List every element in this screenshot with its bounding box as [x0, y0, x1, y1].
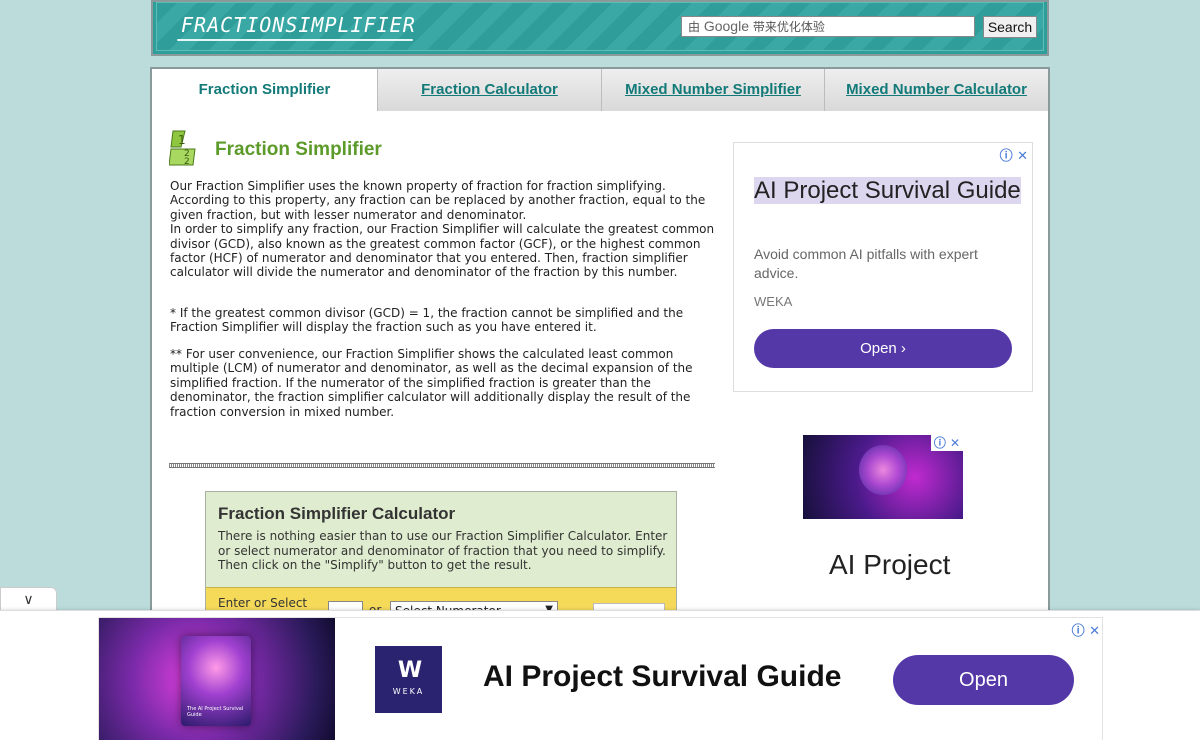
calculator-box: Fraction Simplifier Calculator There is …: [205, 491, 677, 625]
logo-underline: [177, 39, 413, 41]
search-prefix: 由: [688, 20, 701, 34]
side-ad-secondary[interactable]: ⓘ ✕ AI Project: [803, 435, 963, 625]
collapse-ad-button[interactable]: ∨: [0, 587, 57, 611]
site-logo[interactable]: FRACTIONSIMPLIFIER: [181, 13, 416, 37]
header-pattern: FRACTIONSIMPLIFIER 由 Google 带来优化体验 Searc…: [156, 2, 1044, 51]
ad-open-button[interactable]: Open ›: [754, 329, 1012, 368]
book-cover-graphic: The AI Project Survival Guide: [181, 636, 251, 726]
search-placeholder: 带来优化体验: [752, 20, 825, 34]
search-button[interactable]: Search: [983, 16, 1037, 38]
book-cover-text: The AI Project Survival Guide: [187, 706, 244, 718]
ad-info-close-icon[interactable]: ⓘ ✕: [1072, 620, 1100, 639]
main-panel: Fraction Simplifier Fraction Calculator …: [150, 67, 1050, 627]
ad-info-close-icon[interactable]: ⓘ ✕: [1000, 145, 1028, 164]
ad-text: AI Project: [829, 549, 951, 580]
weka-logo: W WEKA: [375, 646, 442, 713]
ad-title-text: AI Project Survival Guide: [754, 177, 1021, 204]
search-input[interactable]: 由 Google 带来优化体验: [681, 16, 975, 37]
site-header: FRACTIONSIMPLIFIER 由 Google 带来优化体验 Searc…: [151, 0, 1049, 56]
google-logo: Google: [703, 18, 749, 34]
tab-mixed-number-simplifier[interactable]: Mixed Number Simplifier: [601, 69, 824, 111]
calculator-description: There is nothing easier than to use our …: [218, 529, 668, 572]
weka-logo-mark: W: [397, 658, 422, 683]
tab-fraction-calculator[interactable]: Fraction Calculator: [377, 69, 601, 111]
icon-digit-top: 1: [178, 133, 186, 147]
calculator-title: Fraction Simplifier Calculator: [218, 504, 456, 523]
icon-digit-bot: 2: [184, 157, 190, 167]
tab-fraction-simplifier[interactable]: Fraction Simplifier: [152, 69, 377, 111]
tab-bar: Fraction Simplifier Fraction Calculator …: [152, 69, 1048, 111]
note-paragraph-gcd: * If the greatest common divisor (GCD) =…: [170, 306, 684, 335]
anchor-ad[interactable]: The AI Project Survival Guide W WEKA AI …: [98, 617, 1103, 740]
anchor-ad-image: The AI Project Survival Guide: [99, 618, 335, 740]
ad-title: AI Project Survival Guide: [754, 175, 1024, 206]
note-paragraph-lcm: ** For user convenience, our Fraction Si…: [170, 347, 693, 419]
intro-text-2: In order to simplify any fraction, our F…: [170, 222, 715, 280]
weka-logo-word: WEKA: [392, 687, 425, 696]
fraction-icon: 1 2 2: [169, 130, 196, 167]
anchor-ad-open-button[interactable]: Open: [893, 655, 1074, 705]
tab-mixed-number-calculator[interactable]: Mixed Number Calculator: [824, 69, 1048, 111]
ad-description: Avoid common AI pitfalls with expert adv…: [754, 246, 978, 281]
ad-info-close-icon[interactable]: ⓘ ✕: [931, 435, 963, 451]
side-ad[interactable]: ⓘ ✕ AI Project Survival Guide Avoid comm…: [733, 142, 1033, 392]
intro-paragraph: Our Fraction Simplifier uses the known p…: [170, 179, 715, 280]
enter-label: Enter or Select: [218, 596, 308, 610]
anchor-ad-title: AI Project Survival Guide: [483, 660, 842, 693]
page-title: Fraction Simplifier: [215, 139, 382, 160]
intro-text-1: Our Fraction Simplifier uses the known p…: [170, 179, 706, 222]
anchor-ad-bar: The AI Project Survival Guide W WEKA AI …: [0, 610, 1200, 740]
chevron-down-icon: ∨: [23, 592, 34, 608]
section-divider: [169, 463, 715, 468]
ad-brand: WEKA: [754, 294, 793, 309]
brain-graphic: [859, 445, 907, 495]
